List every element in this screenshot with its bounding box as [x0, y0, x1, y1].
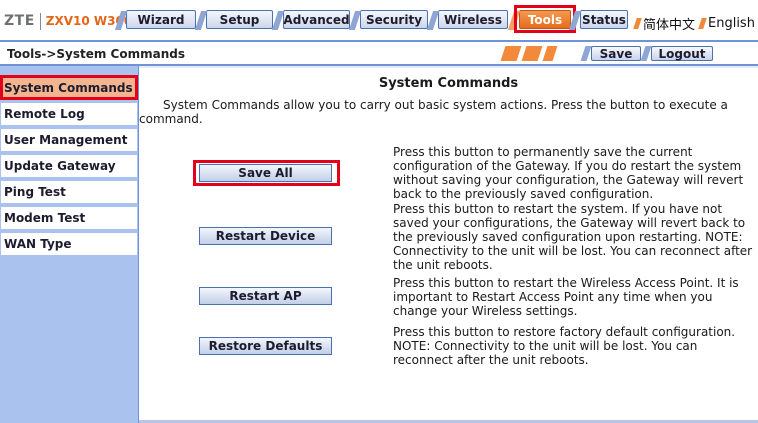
language-marker-icon — [633, 17, 642, 29]
button-label: Restart Device — [215, 229, 316, 243]
tab-label: Status — [582, 12, 626, 27]
sidebar-item-label: Modem Test — [4, 211, 86, 225]
tools-tab-highlight — [514, 5, 576, 33]
tab-wizard[interactable]: Wizard — [114, 10, 196, 30]
tab-advanced[interactable]: Advanced — [271, 10, 350, 30]
decor-stripe-icon — [500, 46, 522, 61]
logo-divider — [39, 12, 41, 30]
sidebar-item-label: Remote Log — [4, 107, 85, 121]
sidebar-item-ping-test[interactable]: Ping Test — [1, 181, 137, 203]
tab-security[interactable]: Security — [348, 10, 428, 30]
tab-label: Advanced — [283, 12, 350, 27]
sub-bar: Tools->System Commands Save Logout — [0, 40, 758, 66]
restart-ap-description: Press this button to restart the Wireles… — [393, 276, 739, 318]
language-english[interactable]: English — [698, 15, 755, 31]
brand-logo: ZTE ZXV10 W300 — [4, 11, 132, 31]
button-marker-icon — [640, 46, 652, 61]
language-marker-icon — [698, 17, 707, 29]
page-intro: System Commands allow you to carry out b… — [139, 98, 728, 126]
save-all-highlight — [193, 160, 340, 186]
tab-label: Setup — [219, 12, 260, 27]
logout-button-label: Logout — [658, 46, 706, 61]
language-label: 简体中文 — [643, 17, 696, 33]
tab-status[interactable]: Status — [568, 10, 628, 30]
tab-label: Wizard — [137, 12, 185, 27]
button-label: Restore Defaults — [208, 339, 323, 353]
logout-button[interactable]: Logout — [640, 46, 713, 61]
save-button-label: Save — [599, 46, 633, 61]
top-bar: ZTE ZXV10 W300 Wizard Setup Advanced Sec… — [0, 0, 758, 40]
tab-wireless[interactable]: Wireless — [426, 10, 508, 30]
sidebar-item-modem-test[interactable]: Modem Test — [1, 207, 137, 229]
restore-defaults-description: Press this button to restore factory def… — [393, 325, 736, 367]
restart-device-button[interactable]: Restart Device — [199, 227, 332, 245]
button-label: Restart AP — [229, 289, 302, 303]
tab-marker-icon — [194, 11, 208, 30]
brand-name: ZTE — [4, 13, 35, 29]
sidebar-item-wan-type[interactable]: WAN Type — [1, 233, 137, 255]
language-label: English — [708, 15, 755, 31]
save-all-description: Press this button to permanently save th… — [393, 145, 744, 201]
system-commands-highlight — [0, 75, 138, 100]
tab-label: Security — [365, 12, 423, 27]
restart-device-description: Press this button to restart the system.… — [393, 202, 753, 272]
sidebar-item-label: WAN Type — [4, 237, 72, 251]
tab-label: Wireless — [444, 12, 502, 27]
sidebar-item-label: Ping Test — [4, 185, 66, 199]
breadcrumb: Tools->System Commands — [7, 47, 185, 61]
sidebar-item-label: Update Gateway — [4, 159, 116, 173]
sidebar-item-remote-log[interactable]: Remote Log — [1, 103, 137, 125]
button-marker-icon — [580, 46, 592, 61]
language-chinese[interactable]: 简体中文 — [633, 16, 696, 33]
save-button[interactable]: Save — [580, 46, 641, 61]
tab-marker-icon — [426, 11, 440, 30]
restore-defaults-button[interactable]: Restore Defaults — [199, 337, 332, 355]
page-title: System Commands — [378, 76, 519, 91]
restart-ap-button[interactable]: Restart AP — [199, 287, 332, 305]
tab-marker-icon — [271, 11, 285, 30]
sidebar-item-label: User Management — [4, 133, 128, 147]
decor-stripe-icon — [521, 46, 543, 61]
decor-stripe-icon — [542, 46, 558, 61]
tab-setup[interactable]: Setup — [194, 10, 273, 30]
sidebar-item-user-management[interactable]: User Management — [1, 129, 137, 151]
tab-marker-icon — [348, 11, 362, 30]
sidebar-item-update-gateway[interactable]: Update Gateway — [1, 155, 137, 177]
